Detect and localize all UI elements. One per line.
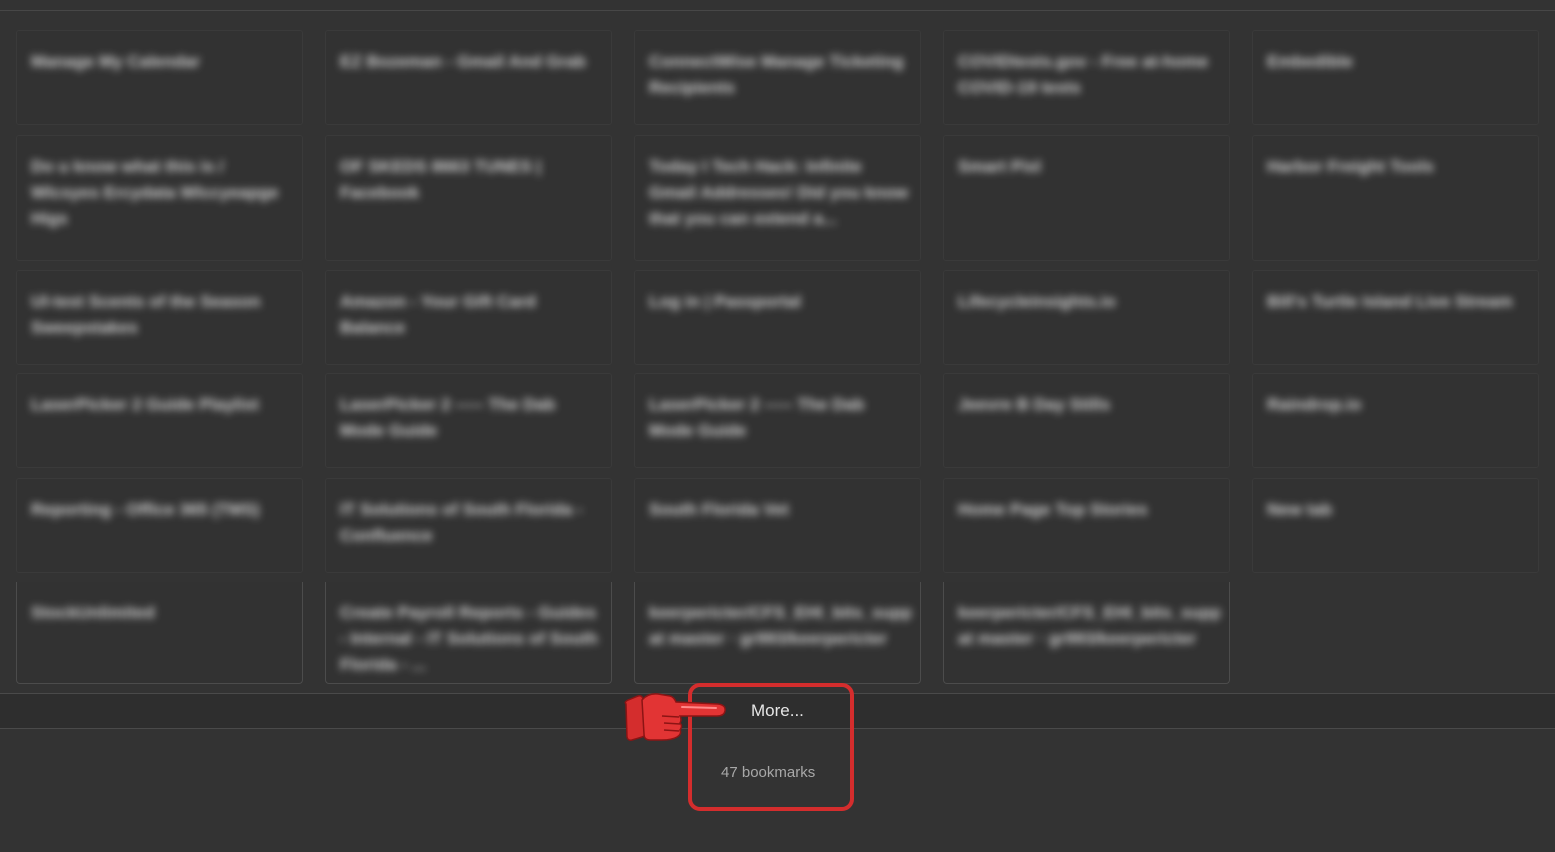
- bookmark-title: Do u know what this is / Wlcsyes Ercydat…: [31, 157, 279, 228]
- bookmark-tile[interactable]: IT Solutions of South Florida - Confluen…: [325, 478, 612, 573]
- bookmark-tile[interactable]: LaserPicker 2 ----- The Dab Mode Guide: [325, 373, 612, 468]
- bookmark-tile[interactable]: Raindrop.io: [1252, 373, 1539, 468]
- bookmark-tile[interactable]: Manage My Calendar: [16, 30, 303, 125]
- bookmark-title: EZ Bozeman - Gmail And Grab: [340, 52, 586, 71]
- bookmark-tile[interactable]: keerpericter/CFS_EHI_bits_supps at maste…: [634, 582, 921, 684]
- bookmark-title: Manage My Calendar: [31, 52, 201, 71]
- bookmark-title: Home Page Top Stories: [958, 500, 1148, 519]
- bookmark-tile[interactable]: Amazon - Your Gift Card Balance: [325, 270, 612, 365]
- pointing-hand-icon: [624, 693, 726, 741]
- bookmark-tile[interactable]: Jeevre B Day Stills: [943, 373, 1230, 468]
- bookmark-tile[interactable]: Log in | Passportal: [634, 270, 921, 365]
- bookmark-title: Raindrop.io: [1267, 395, 1362, 414]
- bookmark-title: Today I Tech Hack: Infinite Gmail Addres…: [649, 157, 909, 228]
- bookmark-title: Ul-test Scents of the Season Sweepstakes: [31, 292, 261, 337]
- bookmark-title: Smart Pixl: [958, 157, 1042, 176]
- bookmark-tile[interactable]: New tab: [1252, 478, 1539, 573]
- bookmark-title: LaserPicker 2 Guide Playlist: [31, 395, 259, 414]
- bookmark-tile[interactable]: Create Payroll Reports - Guides - Intern…: [325, 582, 612, 684]
- bookmark-tile[interactable]: Lifecycleinsights.io: [943, 270, 1230, 365]
- bookmark-tile[interactable]: LaserPicker 2 ----- The Dab Mode Guide: [634, 373, 921, 468]
- bookmark-title: Harbor Freight Tools: [1267, 157, 1434, 176]
- bookmark-title: StockUnlimited: [31, 603, 155, 622]
- bookmark-title: Create Payroll Reports - Guides - Intern…: [340, 603, 598, 674]
- bookmark-tile[interactable]: Embedible: [1252, 30, 1539, 125]
- bookmark-tile[interactable]: ConnectWise Manage Ticketing Recipients: [634, 30, 921, 125]
- bookmark-title: Reporting - Office 365 (TMS): [31, 500, 260, 519]
- top-divider: [0, 10, 1555, 11]
- bookmark-title: Jeevre B Day Stills: [958, 395, 1111, 414]
- bookmark-title: New tab: [1267, 500, 1333, 519]
- bookmark-title: IT Solutions of South Florida - Confluen…: [340, 500, 583, 545]
- bookmark-title: keerpericter/CFS_EHI_bits_supps at maste…: [649, 603, 911, 648]
- bookmark-title: COVIDtests.gov - Free at-home COVID-19 t…: [958, 52, 1209, 97]
- bookmark-title: Lifecycleinsights.io: [958, 292, 1116, 311]
- bookmark-tile[interactable]: Reporting - Office 365 (TMS): [16, 478, 303, 573]
- bookmark-tile[interactable]: Today I Tech Hack: Infinite Gmail Addres…: [634, 135, 921, 261]
- bookmark-title: LaserPicker 2 ----- The Dab Mode Guide: [340, 395, 556, 440]
- bookmark-tile[interactable]: Smart Pixl: [943, 135, 1230, 261]
- bookmark-title: keerpericter/CFS_EHI_bits_supps at maste…: [958, 603, 1220, 648]
- bookmark-tile[interactable]: Ul-test Scents of the Season Sweepstakes: [16, 270, 303, 365]
- bookmark-tile[interactable]: Bill's Turtle Island Live Stream: [1252, 270, 1539, 365]
- bookmark-title: Amazon - Your Gift Card Balance: [340, 292, 536, 337]
- bookmark-tile[interactable]: keerpericter/CFS_EHI_bits_supps at maste…: [943, 582, 1230, 684]
- bookmark-tile[interactable]: COVIDtests.gov - Free at-home COVID-19 t…: [943, 30, 1230, 125]
- bookmark-title: OF SKEDS 8663 TUNES | Facebook: [340, 157, 542, 202]
- bookmark-title: LaserPicker 2 ----- The Dab Mode Guide: [649, 395, 865, 440]
- bookmark-tile[interactable]: Harbor Freight Tools: [1252, 135, 1539, 261]
- bookmark-title: South Florida Vet: [649, 500, 789, 519]
- bookmark-tile[interactable]: LaserPicker 2 Guide Playlist: [16, 373, 303, 468]
- bookmark-tile[interactable]: OF SKEDS 8663 TUNES | Facebook: [325, 135, 612, 261]
- bookmark-title: Bill's Turtle Island Live Stream: [1267, 292, 1513, 311]
- bookmark-grid: Manage My Calendar EZ Bozeman - Gmail An…: [16, 30, 1552, 685]
- bookmark-tile[interactable]: Do u know what this is / Wlcsyes Ercydat…: [16, 135, 303, 261]
- bookmark-tile[interactable]: Home Page Top Stories: [943, 478, 1230, 573]
- bookmark-title: Log in | Passportal: [649, 292, 802, 311]
- bookmark-title: Embedible: [1267, 52, 1353, 71]
- bookmark-tile[interactable]: South Florida Vet: [634, 478, 921, 573]
- bookmark-tile[interactable]: EZ Bozeman - Gmail And Grab: [325, 30, 612, 125]
- bookmark-tile[interactable]: StockUnlimited: [16, 582, 303, 684]
- bookmark-title: ConnectWise Manage Ticketing Recipients: [649, 52, 904, 97]
